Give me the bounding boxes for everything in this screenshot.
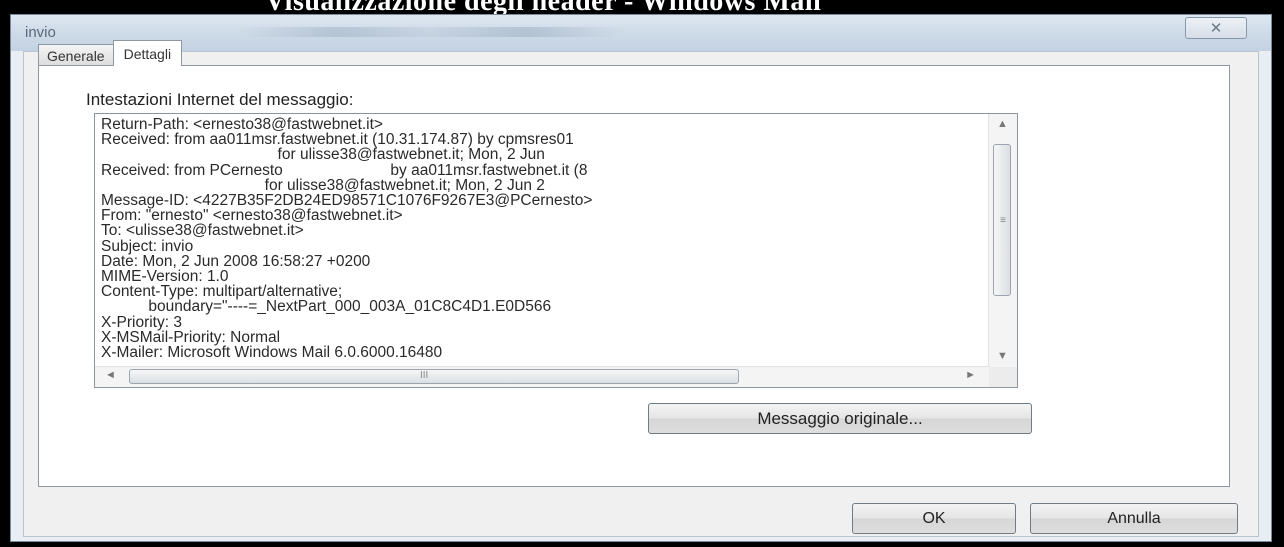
header-line: Message-ID: <4227B35F2DB24ED98571C1076F9… xyxy=(101,192,593,210)
scroll-up-icon[interactable]: ▲ xyxy=(997,118,1008,130)
close-icon: ✕ xyxy=(1209,19,1223,37)
scrollbar-corner xyxy=(989,367,1017,387)
grip-icon: III xyxy=(420,370,429,381)
header-line: X-MSMail-Priority: Normal xyxy=(101,328,281,346)
ok-button[interactable]: OK xyxy=(852,503,1016,534)
scroll-down-icon[interactable]: ▼ xyxy=(997,350,1008,362)
header-line: Date: Mon, 2 Jun 2008 16:58:27 +0200 xyxy=(101,252,371,270)
scroll-left-icon[interactable]: ◄ xyxy=(105,369,116,381)
header-line: Subject: invio xyxy=(101,237,194,255)
grip-icon: ≡ xyxy=(1000,215,1006,226)
section-label: Intestazioni Internet del messaggio: xyxy=(86,90,354,109)
scroll-right-icon[interactable]: ► xyxy=(965,369,976,381)
header-line: for ulisse38@fastwebnet.it; Mon, 2 Jun 2 xyxy=(101,176,545,194)
window-title: invio xyxy=(25,24,56,41)
horizontal-scroll-thumb[interactable]: III xyxy=(129,369,739,384)
header-line: Content-Type: multipart/alternative; xyxy=(101,283,343,301)
tab-generale[interactable]: Generale xyxy=(38,44,114,66)
original-message-button[interactable]: Messaggio originale... xyxy=(648,403,1032,434)
header-line: Received: from PCernesto by aa011msr.fas… xyxy=(101,161,588,179)
header-line: for ulisse38@fastwebnet.it; Mon, 2 Jun xyxy=(101,146,545,164)
vertical-scrollbar[interactable]: ▲ ≡ ▼ xyxy=(988,114,1017,368)
header-line: X-Priority: 3 xyxy=(101,313,182,331)
tab-strip: Generale Dettagli xyxy=(38,40,183,66)
header-line: X-Mailer: Microsoft Windows Mail 6.0.600… xyxy=(101,344,443,362)
header-line: To: <ulisse38@fastwebnet.it> xyxy=(101,222,304,240)
title-bar-glass xyxy=(241,27,621,37)
header-line: boundary="----=_NextPart_000_003A_01C8C4… xyxy=(101,298,552,316)
headers-text[interactable]: Return-Path: <ernesto38@fastwebnet.it> Re… xyxy=(101,117,989,367)
title-bar: invio ✕ xyxy=(11,15,1271,51)
vertical-scroll-thumb[interactable]: ≡ xyxy=(993,144,1011,296)
horizontal-scrollbar[interactable]: ◄ III ► xyxy=(95,366,990,387)
close-button[interactable]: ✕ xyxy=(1185,17,1247,39)
header-line: Return-Path: <ernesto38@fastwebnet.it> xyxy=(101,117,383,133)
cancel-button[interactable]: Annulla xyxy=(1030,503,1238,534)
tab-dettagli[interactable]: Dettagli xyxy=(112,40,183,66)
headers-textbox[interactable]: Return-Path: <ernesto38@fastwebnet.it> Re… xyxy=(94,113,1018,388)
header-line: From: "ernesto" <ernesto38@fastwebnet.it… xyxy=(101,207,403,225)
header-line: MIME-Version: 1.0 xyxy=(101,268,229,286)
header-line: Received: from aa011msr.fastwebnet.it (1… xyxy=(101,131,574,149)
